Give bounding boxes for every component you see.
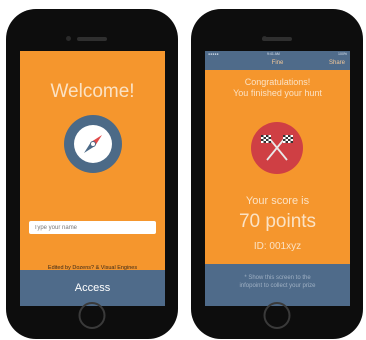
welcome-title: Welcome!	[50, 81, 135, 102]
flags-graphic	[261, 135, 293, 161]
share-button[interactable]: Share	[329, 57, 345, 70]
congrats-line-1: Congratulations!	[244, 77, 311, 87]
score-label: Your score is	[245, 195, 310, 207]
name-input[interactable]	[29, 221, 156, 234]
welcome-screen: Welcome! Edited by Dozens? & Visual Engi…	[20, 51, 165, 306]
phone-welcome: Welcome! Edited by Dozens? & Visual Engi…	[6, 9, 178, 339]
home-button[interactable]	[78, 302, 106, 329]
result-screen: ●●●●● 9:41 AM 100% Fine Share Congratula…	[205, 51, 350, 306]
congrats-message: Congratulations! You finished your hunt	[205, 77, 350, 99]
prize-info-bar: * Show this screen to the infopoint to c…	[205, 264, 350, 306]
front-camera	[66, 36, 71, 41]
compass-icon	[64, 115, 122, 173]
phone-result: ●●●●● 9:41 AM 100% Fine Share Congratula…	[191, 9, 363, 339]
speaker-grille	[77, 37, 107, 41]
speaker-grille	[262, 37, 292, 41]
home-button[interactable]	[263, 302, 291, 329]
score-value: 70 points	[238, 211, 317, 232]
info-line-1: * Show this screen to the	[244, 275, 311, 281]
nav-bar: Fine Share	[205, 57, 350, 70]
compass-needle-icon	[84, 135, 102, 153]
id-code: ID: 001xyz	[253, 241, 302, 252]
access-button[interactable]: Access	[20, 270, 165, 306]
congrats-line-2: You finished your hunt	[233, 88, 322, 98]
checkered-flags-icon	[251, 122, 303, 174]
info-line-2: infopoint to collect your prize	[239, 283, 316, 289]
